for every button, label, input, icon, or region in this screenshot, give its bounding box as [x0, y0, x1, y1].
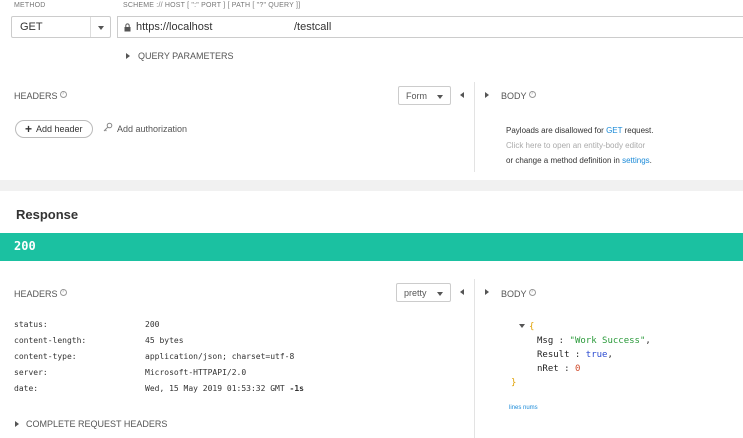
- header-value-server: Microsoft-HTTPAPI/2.0: [145, 368, 247, 377]
- panel-divider: [474, 82, 475, 172]
- plus-icon: +: [25, 122, 33, 136]
- request-headers-title-text: HEADERS: [14, 91, 58, 101]
- json-viewer: { Msg : "Work Success", Result : true, n…: [511, 320, 651, 390]
- request-body-title: BODY?: [501, 91, 536, 101]
- help-icon[interactable]: ?: [59, 91, 67, 98]
- request-body-title-text: BODY: [501, 91, 527, 101]
- expand-complete-headers-icon[interactable]: [15, 421, 19, 427]
- method-select[interactable]: GET: [11, 16, 111, 38]
- get-link[interactable]: GET: [606, 126, 622, 135]
- json-open-line: {: [519, 320, 651, 334]
- header-value-date: Wed, 15 May 2019 01:53:32 GMT -1s: [145, 384, 304, 393]
- header-value-content-type: application/json; charset=utf-8: [145, 352, 295, 361]
- panel-divider: [474, 279, 475, 438]
- date-offset: -1s: [289, 384, 304, 393]
- date-value: Wed, 15 May 2019 01:53:32 GMT: [145, 384, 285, 393]
- lock-icon: [124, 23, 131, 32]
- scheme-label: SCHEME :// HOST [ ":" PORT ] [ PATH [ "?…: [123, 2, 301, 9]
- response-body-title-text: BODY: [501, 289, 527, 299]
- response-title: Response: [16, 207, 79, 222]
- collapse-left-icon[interactable]: [460, 289, 464, 295]
- form-select-label: Form: [406, 91, 427, 101]
- expand-right-icon[interactable]: [485, 92, 489, 98]
- url-host: https://localhost: [136, 21, 213, 33]
- chevron-down-icon: [437, 95, 443, 99]
- chevron-down-icon: [437, 292, 443, 296]
- collapse-left-icon[interactable]: [460, 92, 464, 98]
- form-select[interactable]: Form: [398, 86, 451, 105]
- response-body-title: BODY?: [501, 289, 536, 299]
- expand-query-icon[interactable]: [126, 53, 130, 59]
- method-divider: [90, 17, 91, 37]
- pretty-select-label: pretty: [404, 288, 427, 298]
- body-msg-line-1: Payloads are disallowed for GET request.: [506, 126, 654, 135]
- header-key-content-length: content-length:: [14, 336, 87, 345]
- expand-right-icon[interactable]: [485, 289, 489, 295]
- add-header-button[interactable]: + Add header: [15, 120, 93, 138]
- key-icon[interactable]: [103, 122, 113, 132]
- lines-nums-link[interactable]: lines nums: [509, 405, 538, 411]
- header-value-status: 200: [145, 320, 160, 329]
- header-key-content-type: content-type:: [14, 352, 77, 361]
- url-input[interactable]: https://localhost /testcall: [117, 16, 743, 38]
- body-message: Payloads are disallowed for GET request.…: [506, 123, 654, 168]
- request-headers-title: HEADERS?: [14, 91, 67, 101]
- pretty-select[interactable]: pretty: [396, 283, 451, 302]
- method-label: METHOD: [14, 2, 46, 9]
- status-code: 200: [14, 239, 36, 253]
- help-icon[interactable]: ?: [528, 289, 536, 296]
- response-headers-title-text: HEADERS: [14, 289, 58, 299]
- json-line-result: Result : true,: [537, 350, 613, 360]
- header-key-date: date:: [14, 384, 39, 393]
- url-path: /testcall: [294, 21, 332, 33]
- add-header-label: Add header: [36, 124, 83, 134]
- help-icon[interactable]: ?: [59, 289, 67, 296]
- json-close-line: }: [511, 378, 517, 388]
- json-line-nret: nRet : 0: [537, 364, 581, 374]
- chevron-down-icon: [98, 26, 104, 30]
- response-headers-title: HEADERS?: [14, 289, 67, 299]
- collapse-json-icon[interactable]: [519, 324, 525, 328]
- header-key-status: status:: [14, 320, 48, 329]
- complete-request-headers-toggle[interactable]: COMPLETE REQUEST HEADERS: [26, 419, 167, 429]
- header-key-server: server:: [14, 368, 48, 377]
- body-msg-line-3: or change a method definition in setting…: [506, 156, 652, 165]
- query-params-toggle[interactable]: QUERY PARAMETERS: [138, 51, 234, 61]
- status-bar: 200: [0, 233, 743, 261]
- settings-link[interactable]: settings: [622, 156, 650, 165]
- open-entity-body-editor-link[interactable]: Click here to open an entity-body editor: [506, 138, 654, 153]
- request-panel: METHOD SCHEME :// HOST [ ":" PORT ] [ PA…: [0, 0, 743, 180]
- method-value: GET: [20, 21, 43, 33]
- help-icon[interactable]: ?: [528, 91, 536, 98]
- response-panel: Response 200 HEADERS? pretty BODY? statu…: [0, 191, 743, 438]
- json-line-msg: Msg : "Work Success",: [537, 336, 651, 346]
- add-authorization-link[interactable]: Add authorization: [117, 124, 187, 134]
- header-value-content-length: 45 bytes: [145, 336, 184, 345]
